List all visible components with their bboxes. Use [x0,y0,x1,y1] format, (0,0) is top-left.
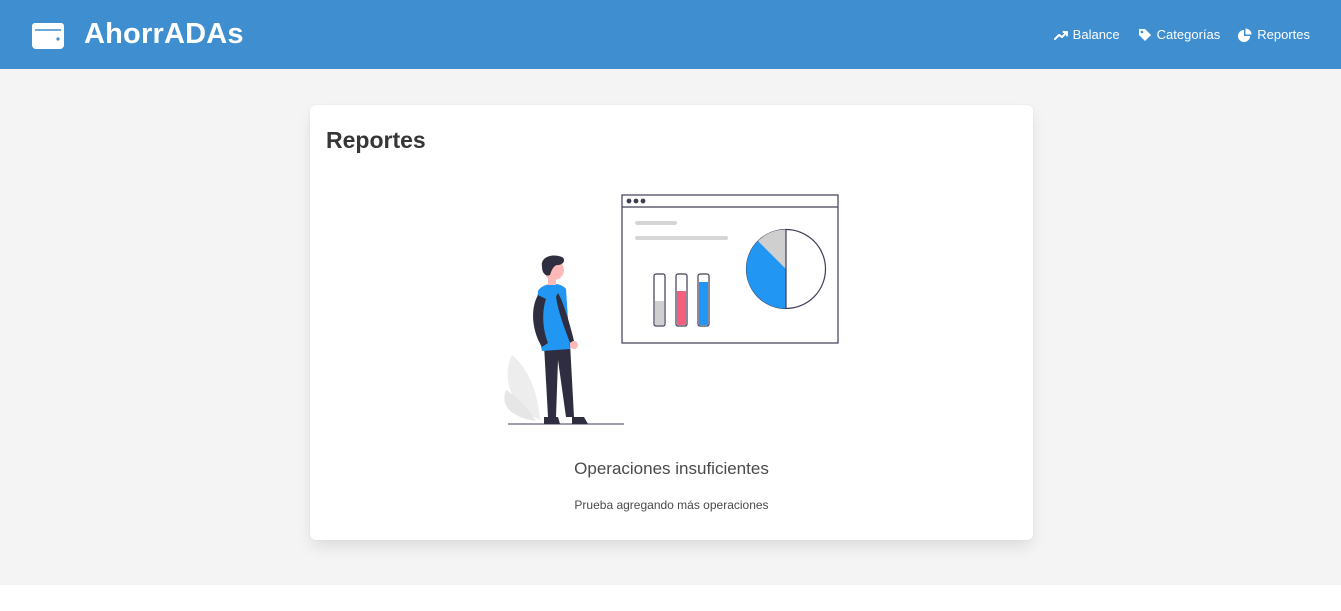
nav-item-reportes[interactable]: Reportes [1238,27,1310,42]
pie-chart-icon [1238,28,1252,42]
empty-state-title: Operaciones insuficientes [574,459,769,478]
trend-up-icon [1053,28,1068,42]
wallet-icon [32,21,64,49]
navbar: AhorrADAs Balance Categorías Reportes [0,0,1341,69]
empty-state-subtitle: Prueba agregando más operaciones [574,498,769,512]
nav-item-balance[interactable]: Balance [1053,27,1120,42]
nav-item-label: Balance [1072,27,1120,42]
empty-state-illustration [500,185,840,425]
page-title: Reportes [326,127,426,153]
brand-title: AhorrADAs [84,18,244,50]
nav-item-label: Reportes [1257,27,1310,42]
nav-item-categorias[interactable]: Categorías [1138,27,1221,42]
reports-card: Reportes Operaciones insuficientes Prueb… [310,105,1033,540]
footer [0,585,1341,611]
nav-item-label: Categorías [1156,27,1221,42]
nav-menu: Balance Categorías Reportes [1036,27,1310,42]
tag-icon [1138,28,1152,42]
main-content: Reportes Operaciones insuficientes Prueb… [0,69,1341,585]
brand-link[interactable]: AhorrADAs [32,18,244,51]
